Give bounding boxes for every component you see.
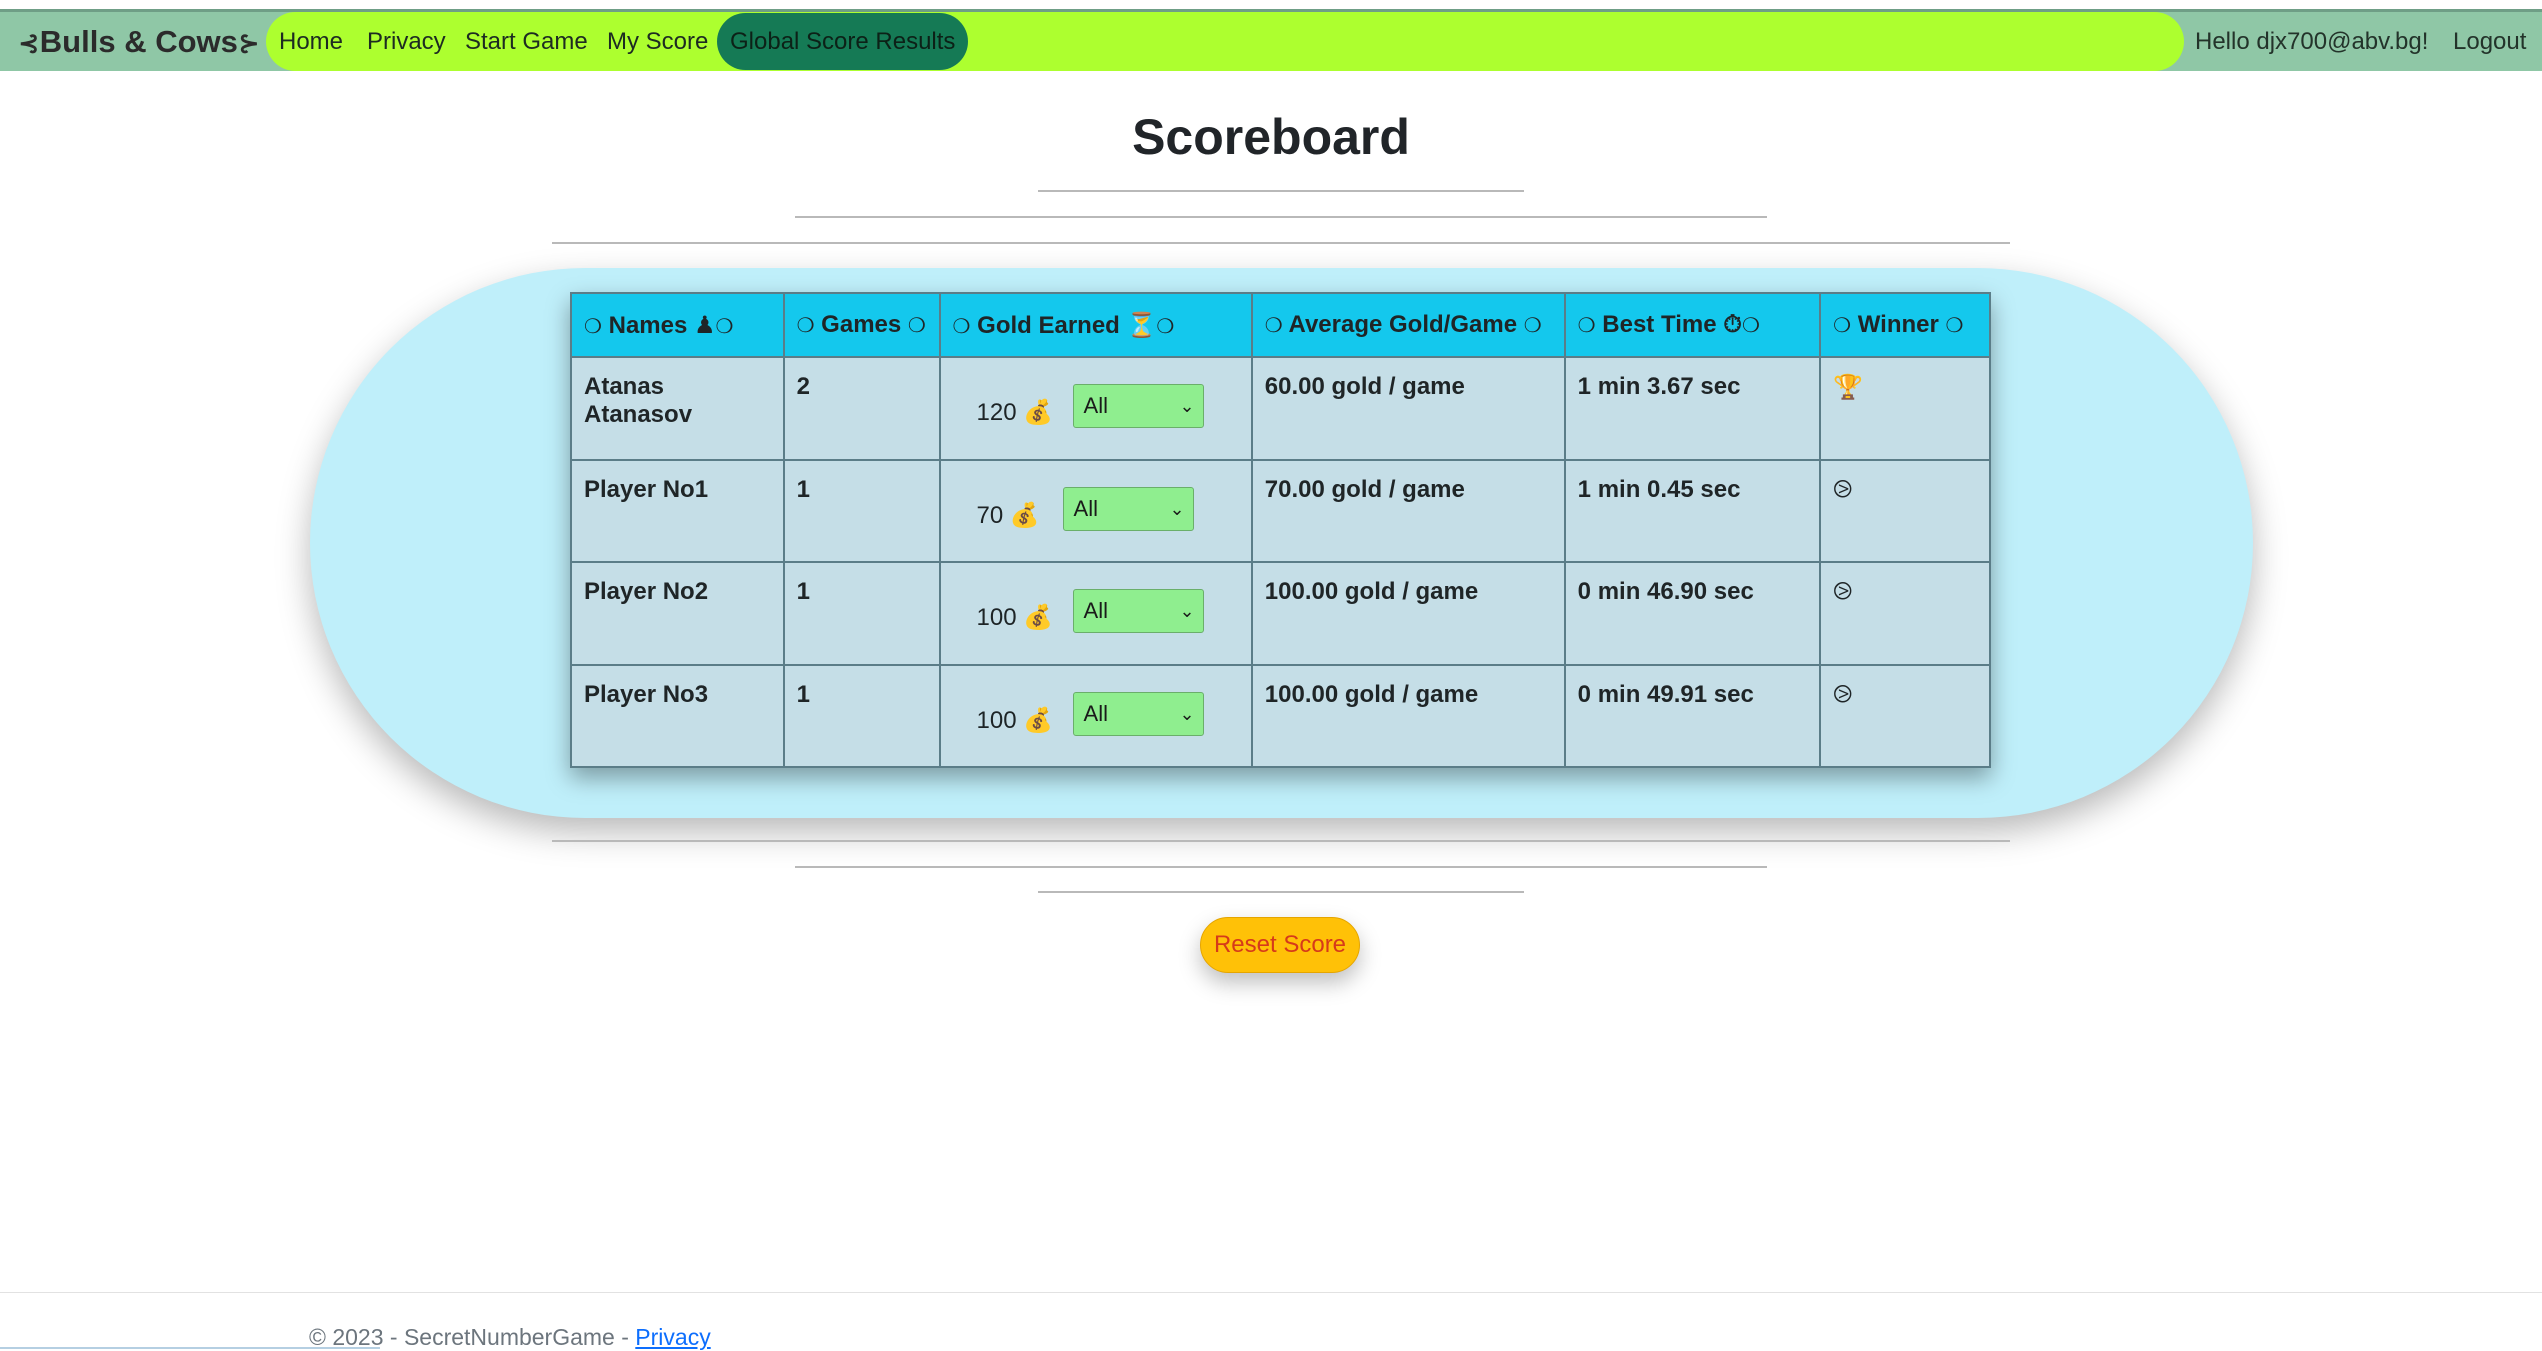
gold-value: 70 💰	[976, 501, 1040, 529]
gold-value: 100 💰	[976, 604, 1054, 631]
divider	[552, 840, 2010, 842]
player-name: Atanas Atanasov	[570, 356, 785, 461]
money-bag-icon: 💰	[1009, 501, 1040, 529]
games-count: 2	[782, 356, 941, 461]
games-count: 1	[782, 663, 941, 768]
ring-icon: ❍	[907, 315, 926, 337]
header-label: Games	[821, 311, 902, 338]
gold-earned-cell: 100 💰 All ⌄	[938, 663, 1253, 768]
header-label: Best Time	[1602, 311, 1717, 338]
column-header-average-gold[interactable]: ❍ Average Gold/Game ❍	[1250, 292, 1566, 358]
navbar: ⊰Bulls & Cows⊱ Home Privacy Start Game M…	[0, 9, 2542, 71]
nav-link-global-score-results[interactable]: Global Score Results	[717, 13, 969, 70]
player-name: Player No3	[570, 663, 785, 768]
column-header-names[interactable]: ❍ Names ♟❍	[570, 292, 785, 358]
gold-filter-select[interactable]: All ⌄	[1072, 691, 1204, 736]
logout-link[interactable]: Logout	[2453, 12, 2526, 71]
gold-earned-cell: 100 💰 All ⌄	[938, 561, 1253, 666]
best-time: 0 min 46.90 sec	[1563, 561, 1822, 666]
divider	[1038, 190, 1524, 192]
column-header-gold-earned[interactable]: ❍ Gold Earned ⏳❍	[938, 292, 1253, 358]
winner-status-icon: ⧁	[1819, 458, 1991, 563]
best-time: 1 min 3.67 sec	[1563, 356, 1822, 461]
footer-privacy-link[interactable]: Privacy	[635, 1324, 710, 1350]
table-row: Atanas Atanasov 2 120 💰 All ⌄ 60.00 gold …	[570, 356, 1991, 461]
gold-earned-cell: 120 💰 All ⌄	[938, 356, 1253, 461]
header-label: Winner	[1857, 311, 1939, 338]
column-header-best-time[interactable]: ❍ Best Time ⏱❍	[1563, 292, 1822, 358]
funnel-icon: ⏳	[1126, 311, 1157, 339]
gold-value: 100 💰	[976, 706, 1054, 734]
header-label: Gold Earned	[977, 311, 1120, 339]
footer-bottom-rule	[0, 1347, 380, 1349]
chess-pawn-icon: ♟	[694, 311, 716, 339]
divider	[795, 866, 1767, 868]
gold-earned-cell: 70 💰 All ⌄	[938, 458, 1253, 563]
divider	[795, 216, 1767, 218]
table-row: Player No2 1 100 💰 All ⌄ 100.00 gold / ga…	[570, 561, 1991, 666]
stopwatch-icon: ⏱	[1723, 311, 1742, 338]
gold-filter-select[interactable]: All ⌄	[1072, 589, 1204, 633]
chevron-down-icon: ⌄	[1179, 396, 1195, 416]
ring-icon: ❍	[1523, 315, 1542, 337]
ring-icon: ❍	[1945, 315, 1964, 337]
best-time: 0 min 49.91 sec	[1563, 663, 1822, 768]
nav-link-my-score[interactable]: My Score	[607, 12, 708, 71]
column-header-games[interactable]: ❍ Games ❍	[782, 292, 941, 358]
money-bag-icon: 💰	[1023, 604, 1054, 631]
money-bag-icon: 💰	[1023, 706, 1054, 734]
header-label: Average Gold/Game	[1288, 311, 1518, 338]
chevron-down-icon: ⌄	[1179, 601, 1195, 621]
nav-link-home[interactable]: Home	[279, 12, 343, 71]
user-greeting[interactable]: Hello djx700@abv.bg!	[2195, 12, 2428, 71]
brand-text: Bulls & Cows	[39, 24, 238, 59]
gold-value: 120 💰	[976, 399, 1054, 426]
nav-link-start-game[interactable]: Start Game	[465, 12, 588, 71]
average-gold: 100.00 gold / game	[1250, 663, 1566, 768]
column-header-winner[interactable]: ❍ Winner ❍	[1819, 292, 1991, 358]
brand-logo[interactable]: ⊰Bulls & Cows⊱	[18, 12, 260, 71]
ring-icon: ❍	[715, 315, 734, 338]
footer-divider	[0, 1292, 2542, 1293]
ring-icon: ❍	[952, 315, 971, 338]
chevron-down-icon: ⌄	[1179, 703, 1195, 724]
horn-right-icon: ⊱	[237, 28, 260, 58]
games-count: 1	[782, 458, 941, 563]
average-gold: 70.00 gold / game	[1250, 458, 1566, 563]
reset-score-button[interactable]: Reset Score	[1200, 917, 1360, 973]
average-gold: 60.00 gold / game	[1250, 356, 1566, 461]
ring-icon: ❍	[796, 315, 815, 337]
games-count: 1	[782, 561, 941, 666]
scoreboard-table: ❍ Names ♟❍ ❍ Games ❍ ❍ Gold Earned ⏳❍ ❍ …	[570, 292, 1991, 768]
table-header-row: ❍ Names ♟❍ ❍ Games ❍ ❍ Gold Earned ⏳❍ ❍ …	[570, 292, 1991, 358]
page-title: Scoreboard	[1132, 109, 1410, 165]
player-name: Player No2	[570, 561, 785, 666]
table-row: Player No1 1 70 💰 All ⌄ 70.00 gold / game…	[570, 458, 1991, 563]
divider	[552, 242, 2010, 244]
nav-link-privacy[interactable]: Privacy	[367, 12, 446, 71]
ring-icon: ❍	[1156, 315, 1175, 338]
gold-filter-select[interactable]: All ⌄	[1062, 486, 1194, 531]
best-time: 1 min 0.45 sec	[1563, 458, 1822, 563]
header-label: Names	[608, 311, 688, 339]
gold-filter-select[interactable]: All ⌄	[1072, 384, 1204, 428]
ring-icon: ❍	[1741, 315, 1760, 337]
winner-status-icon: ⧁	[1819, 561, 1991, 666]
divider	[1038, 891, 1524, 893]
winner-status-icon: ⧁	[1819, 663, 1991, 768]
horn-left-icon: ⊰	[18, 28, 40, 58]
money-bag-icon: 💰	[1023, 399, 1054, 426]
ring-icon: ❍	[584, 315, 602, 338]
trophy-icon: 🏆	[1819, 356, 1991, 461]
chevron-down-icon: ⌄	[1169, 498, 1185, 519]
player-name: Player No1	[570, 458, 785, 563]
average-gold: 100.00 gold / game	[1250, 561, 1566, 666]
table-row: Player No3 1 100 💰 All ⌄ 100.00 gold / ga…	[570, 663, 1991, 768]
ring-icon: ❍	[1833, 315, 1852, 337]
ring-icon: ❍	[1264, 315, 1283, 337]
ring-icon: ❍	[1577, 315, 1596, 337]
